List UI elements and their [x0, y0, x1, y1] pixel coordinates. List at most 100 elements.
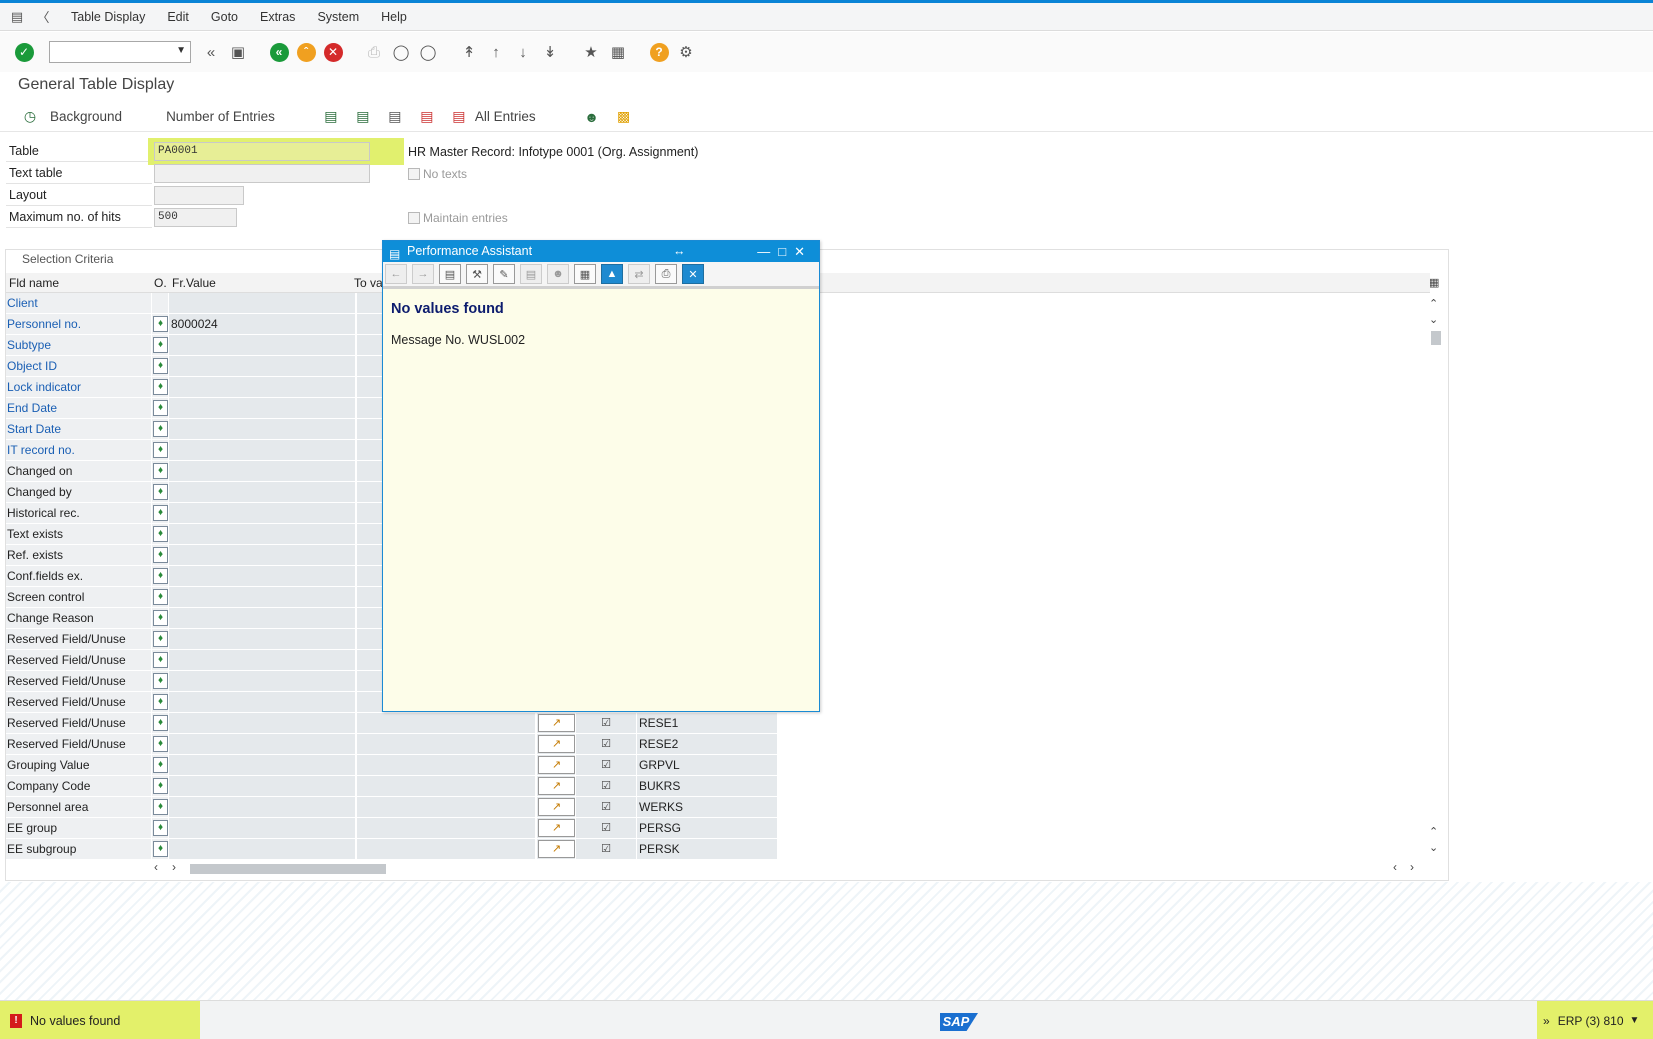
scroll-up-icon[interactable]: ⌃ [1429, 297, 1438, 310]
tools-icon[interactable]: ⚒ [466, 264, 488, 284]
document-icon[interactable]: ▤ [439, 264, 461, 284]
from-value-input[interactable] [169, 650, 355, 670]
output-checkbox[interactable]: ☑ [576, 713, 636, 733]
all-entries-icon[interactable]: ▤ [447, 105, 471, 129]
link-icon[interactable]: ⇄ [628, 264, 650, 284]
menu-extras[interactable]: Extras [260, 10, 295, 24]
menu-table-display[interactable]: Table Display [71, 10, 145, 24]
previous-page-icon[interactable]: ↑ [484, 40, 508, 64]
find-next-icon[interactable]: ◯ [416, 40, 440, 64]
scroll-right-end-icon[interactable]: › [1410, 860, 1414, 874]
horizontal-scrollbar[interactable]: ‹ › ‹ › [150, 860, 1420, 876]
select-option-icon[interactable]: ♦ [153, 778, 168, 794]
from-value-input[interactable] [169, 377, 355, 397]
gear-icon[interactable]: ⚙ [674, 40, 698, 64]
from-value-input[interactable] [169, 356, 355, 376]
select-options-icon[interactable]: ▤ [351, 105, 375, 129]
from-value-input[interactable] [169, 293, 355, 313]
select-option-icon[interactable]: ♦ [153, 379, 168, 395]
scroll-up-bottom-icon[interactable]: ⌃ [1429, 825, 1438, 838]
from-value-input[interactable] [169, 755, 355, 775]
print-dialog-icon[interactable]: ⎙ [655, 264, 677, 284]
maintain-entries-checkbox[interactable]: Maintain entries [408, 211, 508, 225]
menu-system[interactable]: System [317, 10, 359, 24]
select-option-icon[interactable]: ♦ [153, 610, 168, 626]
multiple-selection-icon[interactable]: ↗ [538, 735, 575, 753]
multiple-selection-icon[interactable]: ↗ [538, 777, 575, 795]
select-option-icon[interactable]: ♦ [153, 442, 168, 458]
table-settings-icon[interactable]: ▦ [1429, 276, 1439, 289]
no-texts-checkbox[interactable]: No texts [408, 167, 467, 181]
shortcut-create-icon[interactable]: ▦ [606, 40, 630, 64]
back-arrow-icon[interactable]: ← [385, 264, 407, 284]
select-option-icon[interactable]: ♦ [153, 631, 168, 647]
select-option-icon[interactable]: ♦ [153, 526, 168, 542]
delete-row-icon[interactable]: ▤ [415, 105, 439, 129]
select-option-icon[interactable]: ♦ [153, 652, 168, 668]
from-value-input[interactable] [169, 419, 355, 439]
bookmark-icon[interactable]: ▲ [601, 264, 623, 284]
from-value-input[interactable] [169, 503, 355, 523]
select-option-icon[interactable]: ♦ [153, 337, 168, 353]
from-value-input[interactable] [169, 818, 355, 838]
save-icon[interactable]: ▣ [226, 40, 250, 64]
from-value-input[interactable] [169, 335, 355, 355]
scroll-thumb[interactable] [1431, 331, 1441, 345]
command-field[interactable]: ▼ [49, 41, 191, 63]
first-page-icon[interactable]: ↟ [457, 40, 481, 64]
scroll-down-icon[interactable]: ⌄ [1429, 313, 1438, 326]
from-value-input[interactable] [169, 608, 355, 628]
exit-button[interactable]: ˆ [294, 40, 318, 64]
from-value-input[interactable] [169, 440, 355, 460]
to-value-input[interactable] [357, 839, 535, 859]
to-value-input[interactable] [357, 755, 535, 775]
to-value-input[interactable] [357, 776, 535, 796]
scroll-left-end-icon[interactable]: ‹ [1393, 860, 1397, 874]
next-page-icon[interactable]: ↓ [511, 40, 535, 64]
chevron-down-icon[interactable]: ▼ [1630, 1015, 1640, 1026]
multiple-selection-icon[interactable]: ↗ [538, 798, 575, 816]
close-icon[interactable]: ✕ [794, 244, 813, 259]
select-option-icon[interactable]: ♦ [153, 358, 168, 374]
output-checkbox[interactable]: ☑ [576, 734, 636, 754]
help-button[interactable]: ? [647, 40, 671, 64]
cancel-button[interactable]: ✕ [321, 40, 345, 64]
system-menu-icon[interactable]: ▤ [8, 9, 26, 25]
table-input[interactable]: PA0001 [154, 142, 370, 161]
edit-icon[interactable]: ✎ [493, 264, 515, 284]
find-icon[interactable]: ◯ [389, 40, 413, 64]
new-session-icon[interactable]: ★ [579, 40, 603, 64]
output-checkbox[interactable]: ☑ [576, 797, 636, 817]
last-page-icon[interactable]: ↡ [538, 40, 562, 64]
field-list-icon[interactable]: ▤ [383, 105, 407, 129]
vertical-scrollbar[interactable]: ▦ ⌃ ⌄ ⌃ ⌄ [1425, 273, 1445, 861]
to-value-input[interactable] [357, 818, 535, 838]
close-dialog-icon[interactable]: ✕ [682, 264, 704, 284]
menu-edit[interactable]: Edit [167, 10, 189, 24]
technical-info-icon[interactable]: ▤ [520, 264, 542, 284]
collapse-icon[interactable]: « [199, 40, 223, 64]
select-option-icon[interactable]: ♦ [153, 463, 168, 479]
from-value-input[interactable] [169, 713, 355, 733]
from-value-input[interactable] [169, 839, 355, 859]
maximize-icon[interactable]: □ [778, 244, 794, 259]
print-icon[interactable]: ⎙ [362, 40, 386, 64]
from-value-input[interactable] [169, 398, 355, 418]
dialog-title-bar[interactable]: ▤ Performance Assistant ↔ —□✕ [383, 241, 819, 262]
status-message[interactable]: ! No values found [0, 1001, 200, 1039]
max-hits-input[interactable]: 500 [154, 208, 237, 227]
scroll-left-icon[interactable]: ‹ [154, 860, 158, 874]
technical-settings-icon[interactable]: ▩ [612, 105, 636, 129]
select-option-icon[interactable]: ♦ [153, 484, 168, 500]
expand-icon[interactable]: » [1543, 1014, 1550, 1028]
from-value-input[interactable] [169, 587, 355, 607]
multiple-selection-icon[interactable]: ↗ [538, 756, 575, 774]
user-icon[interactable]: ☻ [547, 264, 569, 284]
text-table-input[interactable] [154, 164, 370, 183]
select-option-icon[interactable]: ♦ [153, 715, 168, 731]
select-fields-icon[interactable]: ▤ [319, 105, 343, 129]
all-entries-button[interactable]: All Entries [475, 109, 536, 124]
menu-help[interactable]: Help [381, 10, 407, 24]
output-checkbox[interactable]: ☑ [576, 839, 636, 859]
from-value-input[interactable]: 8000024 [169, 314, 355, 334]
